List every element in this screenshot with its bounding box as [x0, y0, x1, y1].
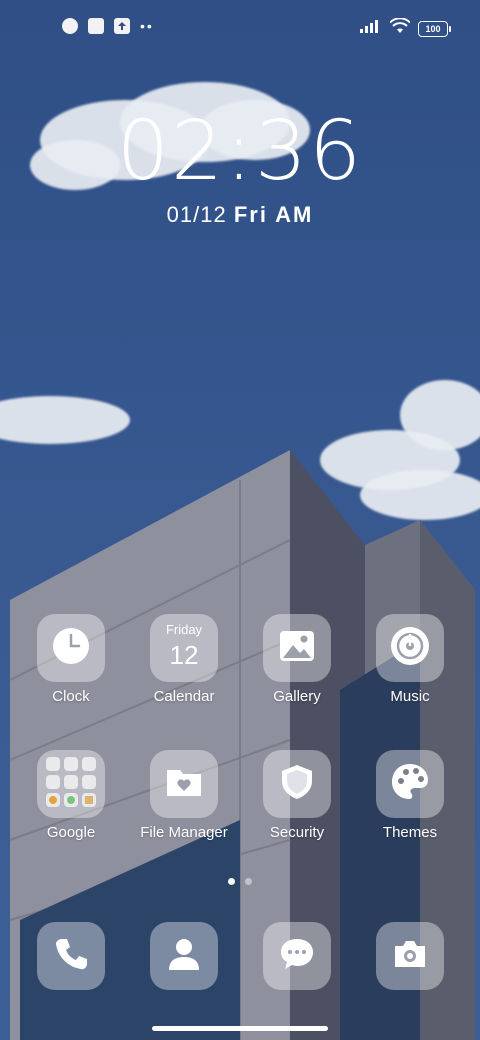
calendar-date: 12: [169, 640, 199, 670]
date-value: 01/12: [166, 202, 227, 227]
wifi-icon: [389, 17, 411, 39]
google-folder-icon: [44, 755, 98, 814]
app-label: Security: [269, 824, 325, 841]
clock-date: 01/12 Fri AM: [0, 202, 480, 228]
phone-icon: [53, 936, 89, 977]
app-security[interactable]: Security: [241, 750, 353, 841]
calendar-icon: Friday 12: [150, 614, 218, 682]
app-label: Music: [390, 688, 430, 705]
upload-icon: [114, 18, 130, 34]
page-indicator: [0, 878, 480, 885]
app-google-folder[interactable]: Google: [15, 750, 127, 841]
page-dot-1: [228, 878, 235, 885]
messages-icon: [278, 935, 316, 978]
system-icons: 100: [360, 17, 451, 39]
themes-palette-icon: [389, 761, 431, 808]
app-gallery[interactable]: Gallery: [241, 614, 353, 705]
home-indicator-bar[interactable]: [152, 1026, 328, 1031]
page-dot-2: [245, 878, 252, 885]
file-manager-icon: [164, 762, 204, 807]
calendar-day: Friday: [165, 622, 203, 637]
contacts-icon: [166, 936, 202, 977]
signal-icon: [360, 19, 382, 38]
square-notification-icon: [88, 18, 104, 34]
app-calendar[interactable]: Friday 12 Calendar: [128, 614, 240, 705]
clock-time: 02:36: [116, 104, 364, 199]
security-shield-icon: [277, 762, 317, 807]
battery-icon: 100: [418, 20, 451, 37]
gallery-icon: [277, 626, 317, 671]
dock-camera[interactable]: [354, 922, 466, 990]
app-label: Gallery: [273, 688, 321, 705]
app-label: Calendar: [153, 688, 215, 705]
camera-icon: [391, 935, 429, 978]
app-notification-icon: [62, 18, 78, 34]
app-clock[interactable]: Clock: [15, 614, 127, 705]
am-pm: AM: [275, 202, 314, 227]
day-of-week: Fri: [233, 202, 268, 227]
app-file-manager[interactable]: File Manager: [128, 750, 240, 841]
app-label: Themes: [382, 824, 438, 841]
dock-phone[interactable]: [15, 922, 127, 990]
notification-icons: ••: [62, 18, 154, 34]
clock-icon: [51, 626, 91, 671]
dock-contacts[interactable]: [128, 922, 240, 990]
status-bar: •• 100: [0, 0, 480, 56]
app-themes[interactable]: Themes: [354, 750, 466, 841]
dock-messages[interactable]: [241, 922, 353, 990]
app-label: File Manager: [140, 824, 228, 841]
app-label: Google: [46, 824, 96, 841]
more-notifications-indicator: ••: [140, 18, 154, 34]
music-icon: [389, 625, 431, 672]
app-label: Clock: [52, 688, 90, 705]
app-music[interactable]: Music: [354, 614, 466, 705]
